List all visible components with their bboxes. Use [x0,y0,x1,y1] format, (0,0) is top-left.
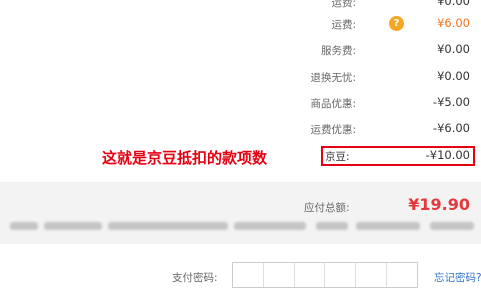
redacted-text [234,222,306,230]
fee-label: 运费: [331,0,356,9]
fee-label: 运费优惠: [310,124,356,136]
fee-value: ¥0.00 [437,0,470,8]
fee-label: 服务费: [320,45,356,57]
forgot-password-link[interactable]: 忘记密码? [434,270,481,285]
fee-row-product-discount: 商品优惠: -¥5.00 [0,93,481,113]
password-digit-cell[interactable] [325,263,357,287]
fee-row-shipping: 运费: ? ¥6.00 [0,14,481,34]
redacted-text [108,222,228,230]
fee-row-shipping-discount: 运费优惠: -¥6.00 [0,119,481,139]
password-digit-cell[interactable] [356,263,388,287]
jd-bean-value: -¥10.00 [425,148,470,162]
fee-value: ¥0.00 [437,42,470,56]
fee-row-return-worry-free: 退换无忧: ¥0.00 [0,67,481,87]
password-digit-cell[interactable] [295,263,326,287]
password-digit-cell[interactable] [387,263,417,287]
password-digit-cell[interactable] [264,263,295,287]
payment-password-label: 支付密码: [172,272,218,284]
order-summary: 运费: ¥0.00 运费: ? ¥6.00 服务费: ¥0.00 退换无忧: ¥… [0,0,481,297]
fee-value: -¥5.00 [432,95,470,109]
redacted-text [44,222,102,230]
total-label: 应付总额: [304,202,350,214]
jd-bean-annotation: 这就是京豆抵扣的款项数 [102,149,268,167]
total-amount: ¥19.90 [408,195,470,214]
fee-label: 商品优惠: [310,98,356,110]
redacted-text [316,222,348,230]
fee-label: 运费: [331,19,356,31]
help-icon[interactable]: ? [389,16,404,31]
payment-password-input[interactable] [232,262,418,288]
redacted-text [356,222,420,230]
fee-value: -¥6.00 [432,121,470,135]
redacted-text [430,222,474,230]
fee-value: ¥6.00 [437,16,470,30]
redacted-text [10,222,38,230]
fee-label: 退换无忧: [310,72,356,84]
jd-bean-label: 京豆: [325,151,350,163]
fee-value: ¥0.00 [437,69,470,83]
password-digit-cell[interactable] [233,263,264,287]
fee-row-shipping-top: 运费: ¥0.00 [0,0,481,12]
fee-row-service: 服务费: ¥0.00 [0,40,481,60]
